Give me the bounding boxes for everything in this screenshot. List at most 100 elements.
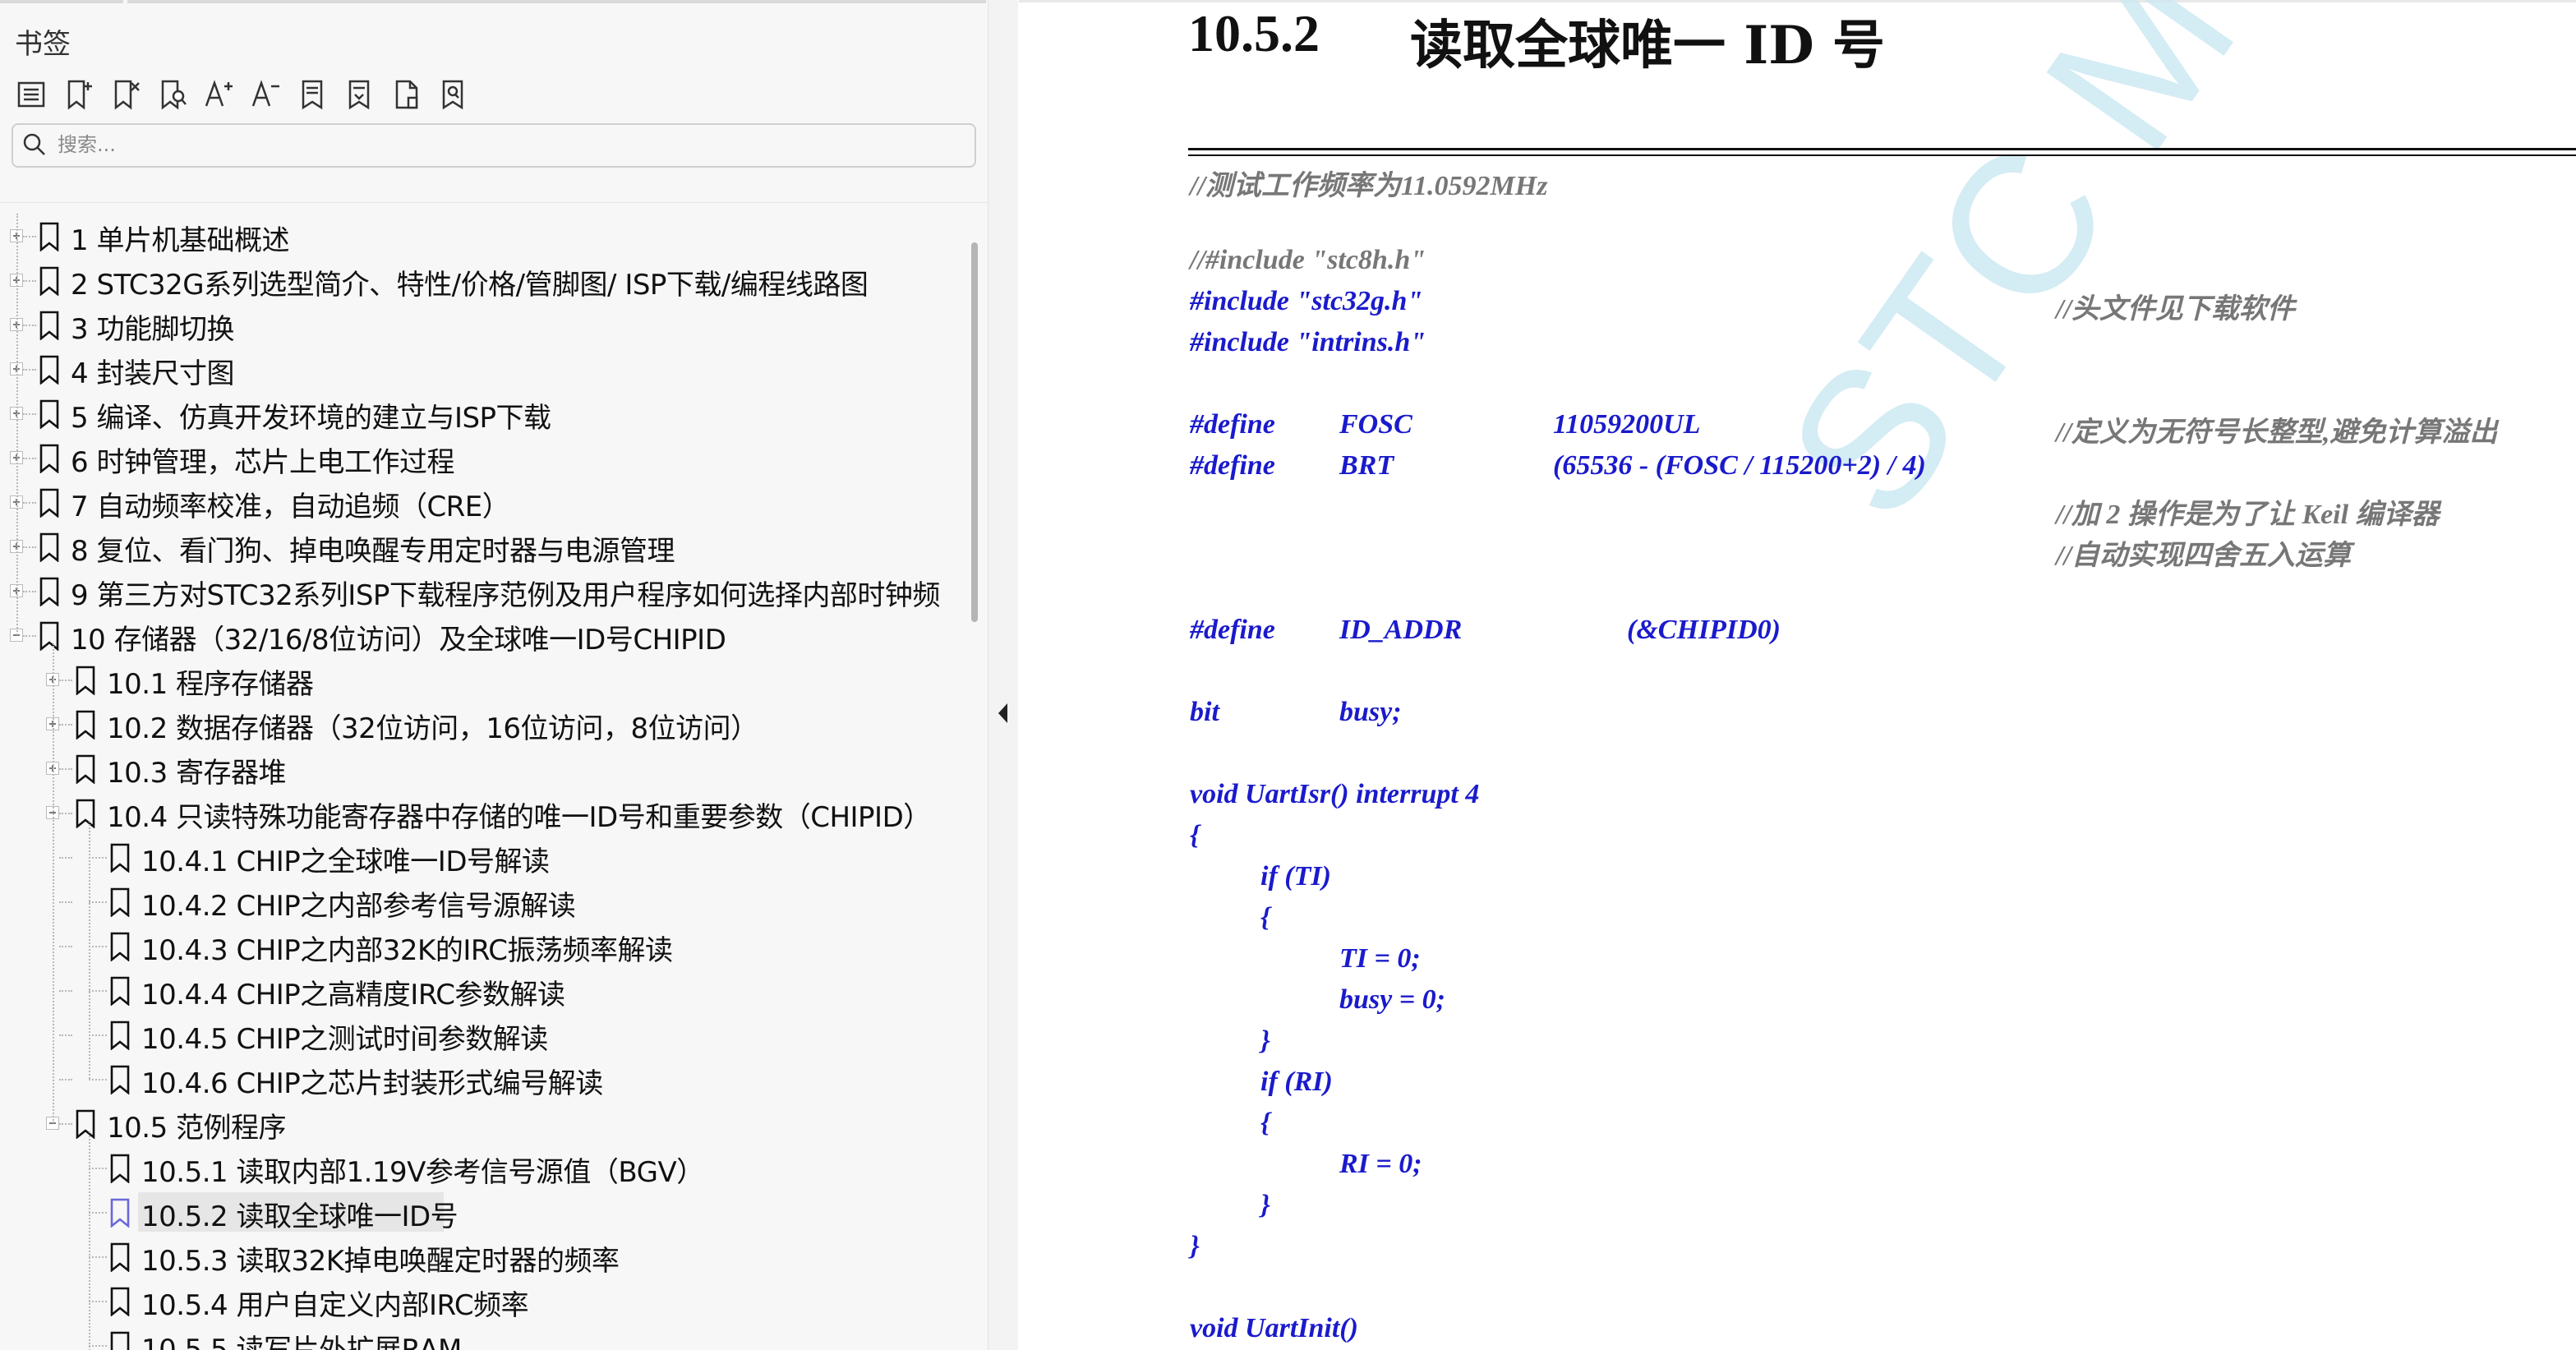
bookmark-label: 10.3 寄存器堆 xyxy=(107,757,287,790)
tree-connector xyxy=(89,1301,107,1302)
tree-connector xyxy=(23,502,36,504)
bookmark-item[interactable]: 10.1 程序存储器 xyxy=(0,657,970,702)
bookmark-item[interactable]: 10.5.5 读写片外扩展RAM xyxy=(0,1323,970,1350)
bookmark-label: 4 封装尺寸图 xyxy=(71,357,234,390)
scrollbar[interactable] xyxy=(971,242,978,622)
add-bookmark-icon[interactable] xyxy=(60,72,98,117)
bookmark-item[interactable]: 8 复位、看门狗、掉电唤醒专用定时器与电源管理 xyxy=(0,524,970,569)
bookmark-icon xyxy=(76,710,95,740)
code-line: #define xyxy=(1190,409,1275,440)
find-bookmark-icon[interactable] xyxy=(154,72,191,117)
bookmark-label: 8 复位、看门狗、掉电唤醒专用定时器与电源管理 xyxy=(71,535,675,568)
panel-splitter[interactable] xyxy=(988,0,1018,1350)
tree-connector xyxy=(23,635,36,637)
tree-connector xyxy=(89,1034,107,1036)
expand-all-icon[interactable] xyxy=(13,72,51,117)
new-bookmark-icon[interactable] xyxy=(341,72,379,117)
bookmark-label: 10.5.4 用户自定义内部IRC频率 xyxy=(141,1289,529,1322)
tree-connector xyxy=(59,946,72,947)
bookmark-item[interactable]: 4 封装尺寸图 xyxy=(0,347,970,391)
bookmark-icon xyxy=(39,311,59,341)
code-line: #define xyxy=(1190,450,1275,481)
bookmark-item[interactable]: 3 功能脚切换 xyxy=(0,302,970,347)
bookmark-icon xyxy=(39,444,59,474)
bookmark-label: 10 存储器（32/16/8位访问）及全球唯一ID号CHIPID xyxy=(71,624,726,657)
heading-rule xyxy=(1188,148,2576,150)
bookmark-icon xyxy=(110,1242,130,1273)
bookmark-icon xyxy=(76,799,95,829)
bookmark-icon xyxy=(76,666,95,696)
tree-connector xyxy=(59,1034,72,1036)
code-line: void UartInit() xyxy=(1190,1313,1358,1343)
code-line: FOSC xyxy=(1339,409,1412,440)
bookmark-search-box[interactable] xyxy=(12,123,976,168)
code-line: TI = 0; xyxy=(1339,943,1421,974)
code-line: if (TI) xyxy=(1260,861,1331,892)
bookmark-item[interactable]: 10.5 范例程序 xyxy=(0,1101,970,1145)
bookmark-item[interactable]: 10.5.4 用户自定义内部IRC频率 xyxy=(0,1279,970,1323)
tree-connector xyxy=(59,857,72,859)
tree-connector xyxy=(59,768,72,770)
tree-connector xyxy=(59,1123,72,1125)
tree-connector xyxy=(89,1212,107,1214)
bookmark-icon xyxy=(110,887,130,918)
bookmark-page-icon[interactable] xyxy=(388,72,426,117)
bookmark-item[interactable]: 10.5.3 读取32K掉电唤醒定时器的频率 xyxy=(0,1234,970,1279)
bookmark-item[interactable]: 1 单片机基础概述 xyxy=(0,214,970,258)
bookmark-item[interactable]: 10.4.4 CHIP之高精度IRC参数解读 xyxy=(0,968,970,1012)
code-line: BRT xyxy=(1339,450,1394,481)
tab-strip xyxy=(0,0,988,3)
bookmark-item[interactable]: 7 自动频率校准，自动追频（CRE） xyxy=(0,480,970,524)
bookmark-item[interactable]: 10.2 数据存储器（32位访问，16位访问，8位访问） xyxy=(0,702,970,746)
bookmark-item[interactable]: 10.5.1 读取内部1.19V参考信号源值（BGV） xyxy=(0,1145,970,1190)
tree-connector xyxy=(53,643,54,1123)
bookmark-label: 10.4 只读特殊功能寄存器中存储的唯一ID号和重要参数（CHIPID） xyxy=(107,801,931,834)
bookmark-item[interactable]: 10.4.3 CHIP之内部32K的IRC振荡频率解读 xyxy=(0,924,970,968)
tree-connector xyxy=(89,1131,90,1350)
collapse-left-icon[interactable] xyxy=(996,702,1011,725)
bookmark-item[interactable]: 10.4 只读特殊功能寄存器中存储的唯一ID号和重要参数（CHIPID） xyxy=(0,790,970,835)
bookmark-icon xyxy=(110,1331,130,1350)
bookmark-properties-icon[interactable] xyxy=(294,72,332,117)
bookmark-label: 10.4.2 CHIP之内部参考信号源解读 xyxy=(141,890,576,923)
bookmark-item[interactable]: 2 STC32G系列选型简介、特性/价格/管脚图/ ISP下载/编程线路图 xyxy=(0,258,970,302)
divider xyxy=(0,202,988,203)
bookmark-item[interactable]: 10.4.5 CHIP之测试时间参数解读 xyxy=(0,1012,970,1057)
bookmark-label: 5 编译、仿真开发环境的建立与ISP下载 xyxy=(71,402,551,435)
bookmark-label: 10.5.1 读取内部1.19V参考信号源值（BGV） xyxy=(141,1156,704,1189)
bookmark-label: 10.1 程序存储器 xyxy=(107,668,314,701)
tree-connector xyxy=(59,680,72,681)
tree-connector xyxy=(16,214,18,635)
bookmark-item[interactable]: 10.4.2 CHIP之内部参考信号源解读 xyxy=(0,879,970,924)
bookmark-label: 10.5 范例程序 xyxy=(107,1112,287,1145)
tree-connector xyxy=(59,990,72,992)
tree-connector xyxy=(89,1256,107,1258)
font-larger-icon[interactable] xyxy=(200,72,238,117)
code-line: { xyxy=(1260,902,1270,933)
bookmark-label: 10.5.3 读取32K掉电唤醒定时器的频率 xyxy=(141,1245,620,1278)
bookmark-label: 1 单片机基础概述 xyxy=(71,224,289,257)
tree-connector xyxy=(23,325,36,326)
font-smaller-icon[interactable] xyxy=(247,72,285,117)
tree-connector xyxy=(59,901,72,903)
bookmark-item[interactable]: 6 时钟管理，芯片上电工作过程 xyxy=(0,435,970,480)
bookmark-item[interactable]: 5 编译、仿真开发环境的建立与ISP下载 xyxy=(0,391,970,435)
bookmark-label: 10.4.3 CHIP之内部32K的IRC振荡频率解读 xyxy=(141,934,673,967)
bookmark-icon xyxy=(110,1287,130,1317)
bookmark-item[interactable]: 10 存储器（32/16/8位访问）及全球唯一ID号CHIPID xyxy=(0,613,970,657)
bookmark-item[interactable]: 10.5.2 读取全球唯一ID号 xyxy=(0,1190,970,1234)
bookmark-label: 10.5.2 读取全球唯一ID号 xyxy=(141,1200,459,1233)
delete-bookmark-icon[interactable] xyxy=(107,72,145,117)
tree-connector xyxy=(89,1079,107,1080)
bookmark-item[interactable]: 9 第三方对STC32系列ISP下载程序范例及用户程序如何选择内部时钟频 xyxy=(0,569,970,613)
tree-connector xyxy=(23,458,36,459)
bookmark-search-icon[interactable] xyxy=(435,72,472,117)
bookmark-label: 3 功能脚切换 xyxy=(71,313,234,346)
tree-connector xyxy=(23,236,36,237)
bookmark-item[interactable]: 10.4.6 CHIP之芯片封装形式编号解读 xyxy=(0,1057,970,1101)
bookmark-item[interactable]: 10.3 寄存器堆 xyxy=(0,746,970,790)
search-input[interactable] xyxy=(56,128,963,161)
code-line: void UartIsr() interrupt 4 xyxy=(1190,779,1480,809)
page-top-edge xyxy=(1019,0,2576,2)
bookmark-item[interactable]: 10.4.1 CHIP之全球唯一ID号解读 xyxy=(0,835,970,879)
